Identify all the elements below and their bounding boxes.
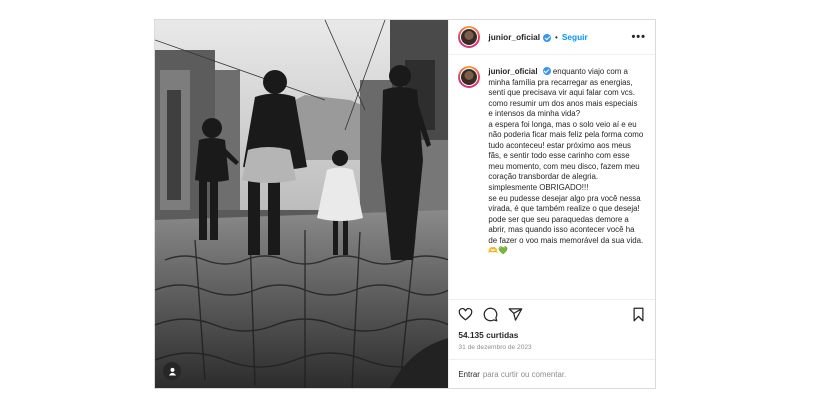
comment-login-bar: Entrar para curtir ou comentar. [449, 359, 655, 388]
caption-body: enquanto viajo com a minha família pra r… [488, 67, 644, 256]
tagged-users-button[interactable] [163, 362, 181, 380]
caption-text: junior_oficial enquanto viajo com a minh… [488, 66, 643, 299]
verified-badge-icon [542, 67, 551, 75]
avatar[interactable] [458, 26, 481, 48]
caption-username[interactable]: junior_oficial [488, 67, 537, 76]
comment-prompt: para curtir ou comentar. [482, 369, 567, 379]
user-tag-icon [168, 367, 176, 376]
username-link[interactable]: junior_oficial [488, 32, 540, 42]
instagram-post: junior_oficial • Seguir ••• junior_ofici… [154, 19, 656, 389]
separator-dot: • [555, 32, 558, 42]
heart-icon[interactable] [458, 307, 473, 322]
verified-badge-icon [543, 34, 552, 42]
post-header: junior_oficial • Seguir ••• [449, 20, 655, 55]
share-icon[interactable] [508, 307, 523, 322]
avatar[interactable] [458, 66, 481, 88]
post-date: 31 de dezembro de 2023 [458, 344, 532, 351]
bookmark-icon[interactable] [631, 307, 646, 322]
family-walking-photo [155, 20, 449, 388]
more-options-icon[interactable]: ••• [631, 32, 646, 43]
login-link[interactable]: Entrar [458, 370, 480, 379]
follow-button[interactable]: Seguir [562, 32, 588, 42]
post-sidebar: junior_oficial • Seguir ••• junior_ofici… [448, 20, 655, 388]
likes-count[interactable]: 54.135 curtidas [449, 328, 655, 340]
post-photo[interactable] [155, 20, 449, 388]
caption-section: junior_oficial enquanto viajo com a minh… [449, 55, 655, 299]
action-bar [449, 299, 655, 328]
comment-icon[interactable] [483, 307, 498, 322]
